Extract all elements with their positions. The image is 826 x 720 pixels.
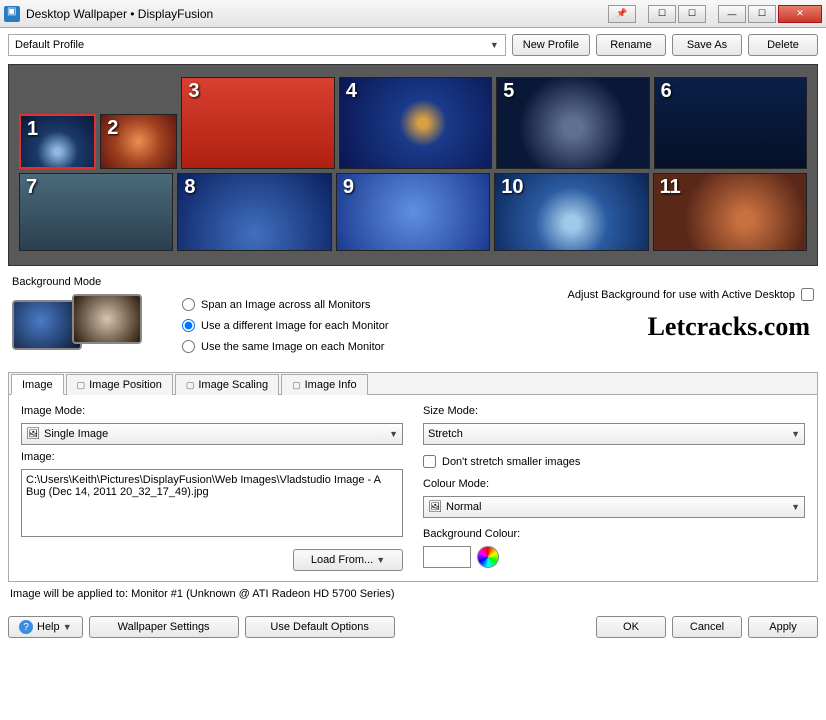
chevron-down-icon: ▼: [376, 555, 385, 565]
monitor-8[interactable]: 8: [177, 173, 331, 251]
bg-colour-label: Background Colour:: [423, 528, 805, 540]
bg-colour-swatch[interactable]: [423, 546, 471, 568]
pin-button[interactable]: 📌: [608, 5, 636, 23]
aux2-button[interactable]: ☐: [678, 5, 706, 23]
cancel-button[interactable]: Cancel: [672, 616, 742, 638]
pin-icon: ▢: [292, 380, 301, 391]
monitor-7[interactable]: 7: [19, 173, 173, 251]
tab-image[interactable]: Image: [11, 374, 64, 395]
pin-icon: ▢: [186, 380, 195, 391]
monitor-6[interactable]: 6: [654, 77, 807, 169]
save-as-button[interactable]: Save As: [672, 34, 742, 56]
image-mode-select[interactable]: 🖼Single Image ▼: [21, 423, 403, 445]
tab-image-info[interactable]: ▢Image Info: [281, 374, 368, 395]
image-icon: 🖼: [26, 427, 40, 441]
adjust-active-desktop-checkbox[interactable]: [801, 288, 814, 301]
colour-mode-select[interactable]: 🖼Normal ▼: [423, 496, 805, 518]
radio-different[interactable]: Use a different Image for each Monitor: [182, 319, 389, 332]
chevron-down-icon: ▼: [63, 622, 72, 632]
size-mode-label: Size Mode:: [423, 405, 805, 417]
chevron-down-icon: ▼: [791, 429, 800, 439]
close-button[interactable]: ✕: [778, 5, 822, 23]
image-path-field[interactable]: C:\Users\Keith\Pictures\DisplayFusion\We…: [21, 469, 403, 537]
bottom-bar: ?Help ▼ Wallpaper Settings Use Default O…: [0, 606, 826, 648]
titlebar: Desktop Wallpaper • DisplayFusion 📌 ☐ ☐ …: [0, 0, 826, 28]
window-title: Desktop Wallpaper • DisplayFusion: [26, 7, 606, 21]
new-profile-button[interactable]: New Profile: [512, 34, 590, 56]
image-mode-label: Image Mode:: [21, 405, 403, 417]
monitor-1[interactable]: 1: [19, 114, 96, 169]
app-icon: [4, 6, 20, 22]
chevron-down-icon: ▼: [389, 429, 398, 439]
background-mode-heading: Background Mode: [12, 276, 814, 288]
chevron-down-icon: ▼: [791, 502, 800, 512]
wallpaper-settings-button[interactable]: Wallpaper Settings: [89, 616, 239, 638]
tabs-section: Image ▢Image Position ▢Image Scaling ▢Im…: [8, 372, 818, 582]
rename-button[interactable]: Rename: [596, 34, 666, 56]
profile-select-value: Default Profile: [15, 39, 84, 51]
maximize-button[interactable]: ☐: [748, 5, 776, 23]
use-default-options-button[interactable]: Use Default Options: [245, 616, 395, 638]
status-text: Image will be applied to: Monitor #1 (Un…: [8, 582, 818, 600]
adjust-active-desktop[interactable]: Adjust Background for use with Active De…: [568, 288, 814, 301]
pin-icon: ▢: [77, 380, 86, 391]
profile-bar: Default Profile ▼ New Profile Rename Sav…: [8, 34, 818, 56]
tab-strip: Image ▢Image Position ▢Image Scaling ▢Im…: [9, 373, 817, 395]
minimize-button[interactable]: —: [718, 5, 746, 23]
monitor-3[interactable]: 3: [181, 77, 334, 169]
radio-span[interactable]: Span an Image across all Monitors: [182, 298, 389, 311]
dont-stretch-checkbox[interactable]: [423, 455, 436, 468]
monitor-icon-2: [72, 294, 142, 344]
help-icon: ?: [19, 620, 33, 634]
monitor-5[interactable]: 5: [496, 77, 649, 169]
monitor-10[interactable]: 10: [494, 173, 648, 251]
help-button[interactable]: ?Help ▼: [8, 616, 83, 638]
size-mode-select[interactable]: Stretch ▼: [423, 423, 805, 445]
monitor-preview-icons: [12, 294, 162, 364]
monitor-4[interactable]: 4: [339, 77, 492, 169]
background-mode-section: Background Mode Span an Image across all…: [8, 266, 818, 372]
apply-button[interactable]: Apply: [748, 616, 818, 638]
tab-image-position[interactable]: ▢Image Position: [66, 374, 173, 395]
chevron-down-icon: ▼: [490, 40, 499, 50]
colour-picker-button[interactable]: [477, 546, 499, 568]
dont-stretch-row[interactable]: Don't stretch smaller images: [423, 455, 805, 468]
monitor-2[interactable]: 2: [100, 114, 177, 169]
profile-select[interactable]: Default Profile ▼: [8, 34, 506, 56]
ok-button[interactable]: OK: [596, 616, 666, 638]
radio-same[interactable]: Use the same Image on each Monitor: [182, 340, 389, 353]
aux1-button[interactable]: ☐: [648, 5, 676, 23]
load-from-button[interactable]: Load From... ▼: [293, 549, 403, 571]
delete-button[interactable]: Delete: [748, 34, 818, 56]
monitor-9[interactable]: 9: [336, 173, 490, 251]
tab-image-scaling[interactable]: ▢Image Scaling: [175, 374, 279, 395]
watermark-text: Letcracks.com: [648, 312, 810, 342]
monitors-panel: 1 2 3 4 5 6 7 8 9 10 11: [8, 64, 818, 266]
image-icon: 🖼: [428, 500, 442, 514]
monitor-11[interactable]: 11: [653, 173, 807, 251]
image-label: Image:: [21, 451, 403, 463]
colour-mode-label: Colour Mode:: [423, 478, 805, 490]
